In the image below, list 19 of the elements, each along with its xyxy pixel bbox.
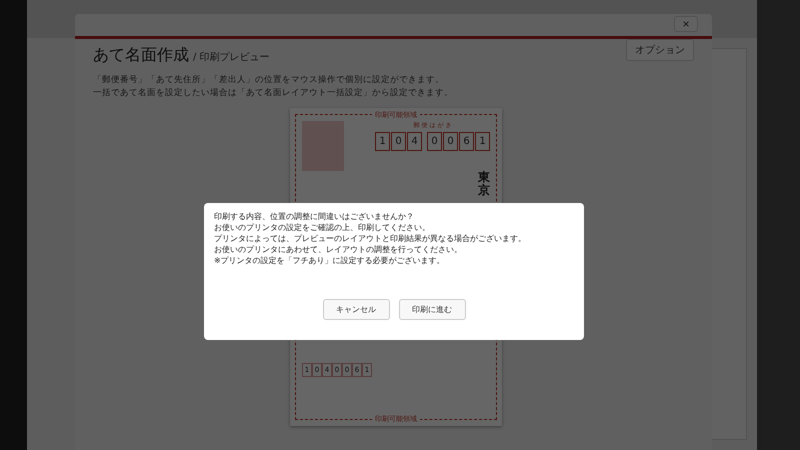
dialog-message: お使いのプリンタにあわせて、レイアウトの調整を行ってください。 (214, 244, 463, 255)
instruction-text: 「郵便番号」「あて先住所」「差出人」の位置をマウス操作で個別に設定ができます。 (93, 74, 445, 87)
window-subtitle: / 印刷プレビュー (193, 50, 270, 64)
postal-code-digit: 4 (407, 132, 422, 151)
cancel-button[interactable]: キャンセル (322, 299, 390, 320)
address-text: 東京 (478, 171, 490, 198)
dialog-message: お使いのプリンタの設定をご確認の上、印刷してください。 (214, 222, 431, 233)
postal-code-digit: 0 (427, 132, 442, 151)
postal-code-digit: 1 (475, 132, 490, 151)
proceed-button[interactable]: 印刷に進む (398, 299, 466, 320)
window-title: あて名面作成 (93, 45, 189, 66)
postal-code-digit: 0 (391, 132, 406, 151)
postal-code-digit: 6 (459, 132, 474, 151)
instruction-text: 一括であて名面を設定したい場合は「あて名面レイアウト一括設定」から設定できます。 (93, 87, 454, 100)
dialog-message: 印刷する内容、位置の調整に間違いはございませんか？ (214, 211, 415, 222)
postal-code-digit: 0 (443, 132, 458, 151)
dialog-message: ※プリンタの設定を「フチあり」に設定する必要がございます。 (214, 255, 446, 266)
postal-code-digit: 1 (375, 132, 390, 151)
dialog-message: プリンタによっては、プレビューのレイアウトと印刷結果が異なる場合がございます。 (214, 233, 527, 244)
